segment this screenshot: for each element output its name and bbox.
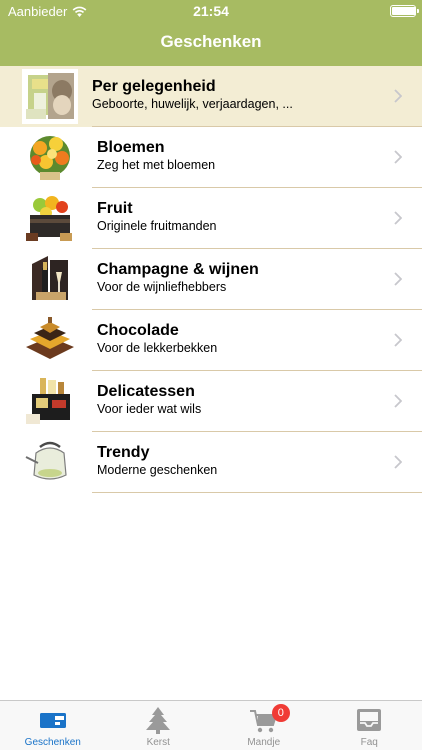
chevron-right-icon	[394, 211, 402, 225]
trendy-kettle-image	[22, 435, 78, 490]
tab-bar: Geschenken Kerst 0 Mandje Faq	[0, 700, 422, 750]
tab-faq[interactable]: Faq	[317, 701, 422, 750]
category-row-per-gelegenheid[interactable]: Per gelegenheid Geboorte, huwelijk, verj…	[0, 66, 422, 127]
category-row-champagne-wijnen[interactable]: Champagne & wijnen Voor de wijnliefhebbe…	[0, 249, 422, 310]
category-title: Fruit	[97, 200, 133, 217]
battery-level	[392, 7, 416, 15]
chevron-right-icon	[394, 272, 402, 286]
flowers-image	[22, 130, 78, 185]
fruit-basket-image	[22, 191, 78, 246]
category-subtitle: Voor ieder wat wils	[97, 402, 202, 416]
category-subtitle: Moderne geschenken	[97, 463, 218, 477]
category-list: Per gelegenheid Geboorte, huwelijk, verj…	[0, 66, 422, 493]
category-row-fruit[interactable]: Fruit Originele fruitmanden	[0, 188, 422, 249]
category-subtitle: Geboorte, huwelijk, verjaardagen, ...	[92, 97, 293, 111]
category-subtitle: Voor de lekkerbekken	[97, 341, 218, 355]
gift-box-icon	[39, 713, 66, 728]
tab-kerst[interactable]: Kerst	[106, 701, 212, 750]
category-row-delicatessen[interactable]: Delicatessen Voor ieder wat wils	[0, 371, 422, 432]
chevron-right-icon	[394, 150, 402, 164]
navigation-bar: Aanbieder 21:54 Geschenken	[0, 0, 422, 66]
chevron-right-icon	[394, 333, 402, 347]
tab-mandje[interactable]: 0 Mandje	[211, 701, 317, 750]
category-row-bloemen[interactable]: Bloemen Zeg het met bloemen	[0, 127, 422, 188]
chevron-right-icon	[394, 89, 402, 103]
page-title: Geschenken	[160, 32, 262, 51]
cart-count-badge: 0	[271, 704, 290, 722]
battery-icon	[390, 5, 419, 17]
category-title: Delicatessen	[97, 383, 195, 400]
tab-label: Kerst	[146, 737, 170, 748]
category-subtitle: Originele fruitmanden	[97, 219, 217, 233]
inbox-tray-icon	[357, 709, 382, 731]
status-time: 21:54	[193, 3, 229, 19]
category-row-trendy[interactable]: Trendy Moderne geschenken	[0, 432, 422, 493]
delicatessen-image	[22, 374, 78, 429]
category-title: Bloemen	[97, 139, 165, 156]
chocolate-image	[22, 313, 78, 368]
row-separator	[92, 492, 422, 493]
champagne-image	[22, 252, 78, 307]
category-row-chocolade[interactable]: Chocolade Voor de lekkerbekken	[0, 310, 422, 371]
tab-label: Mandje	[247, 737, 281, 748]
christmas-tree-icon	[146, 707, 171, 734]
chevron-right-icon	[394, 455, 402, 469]
category-title: Trendy	[97, 444, 150, 461]
tab-label: Geschenken	[24, 737, 81, 748]
status-bar: Aanbieder 21:54	[0, 0, 422, 22]
tab-label: Faq	[360, 737, 378, 748]
chevron-right-icon	[394, 394, 402, 408]
category-subtitle: Zeg het met bloemen	[97, 158, 216, 172]
occasion-gift-image	[22, 69, 78, 124]
tab-geschenken[interactable]: Geschenken	[0, 701, 106, 750]
category-title: Per gelegenheid	[92, 78, 216, 95]
category-subtitle: Voor de wijnliefhebbers	[97, 280, 227, 294]
category-title: Chocolade	[97, 322, 179, 339]
category-title: Champagne & wijnen	[97, 261, 259, 278]
